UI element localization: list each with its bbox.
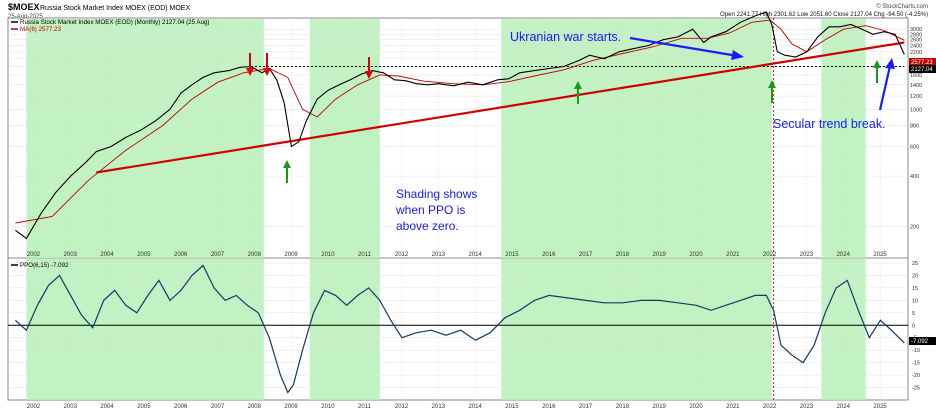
ppo-tick-5: 5 bbox=[912, 311, 915, 317]
year-label-price-2005: 2005 bbox=[137, 252, 151, 258]
price-tick-1600: 1600 bbox=[910, 73, 922, 79]
legend-main: Russia Stock Market Index MOEX (EOD) (Mo… bbox=[20, 19, 209, 26]
year-label-price-2019: 2019 bbox=[653, 252, 667, 258]
year-label-ppo-2023: 2023 bbox=[800, 404, 814, 410]
year-label-ppo-2013: 2013 bbox=[432, 404, 446, 410]
shading-note-line-1: Shading shows bbox=[396, 187, 477, 201]
year-label-price-2011: 2011 bbox=[358, 252, 372, 258]
moex-chart: $MOEX Russia Stock Market Index MOEX (EO… bbox=[7, 2, 936, 410]
price-tick-1000: 1000 bbox=[910, 107, 922, 113]
year-label-ppo-2004: 2004 bbox=[100, 404, 114, 410]
price-tick-800: 800 bbox=[910, 124, 919, 130]
year-label-ppo-2016: 2016 bbox=[542, 404, 556, 410]
shading-note-line-2: when PPO is bbox=[395, 203, 465, 217]
year-label-price-2004: 2004 bbox=[100, 252, 114, 258]
price-tick-400: 400 bbox=[910, 174, 919, 180]
header-symbol: $MOEX bbox=[8, 2, 40, 12]
year-label-ppo-2012: 2012 bbox=[395, 404, 409, 410]
year-label-ppo-2024: 2024 bbox=[837, 404, 851, 410]
shade-ppo-1 bbox=[309, 259, 380, 400]
war-annotation: Ukranian war starts. bbox=[510, 30, 621, 44]
ppo-tick-0: 0 bbox=[912, 323, 915, 329]
header-watermark: © StockCharts.com bbox=[876, 3, 928, 10]
year-label-price-2016: 2016 bbox=[542, 252, 556, 258]
year-label-price-2024: 2024 bbox=[837, 252, 851, 258]
ppo-tick-10: 10 bbox=[912, 298, 918, 304]
price-tick-600: 600 bbox=[910, 145, 919, 151]
year-label-ppo-2018: 2018 bbox=[616, 404, 630, 410]
shade-price-0 bbox=[26, 19, 264, 258]
year-label-ppo-2015: 2015 bbox=[505, 404, 519, 410]
year-label-ppo-2014: 2014 bbox=[468, 404, 482, 410]
year-label-price-2012: 2012 bbox=[395, 252, 409, 258]
ppo-tick-20: 20 bbox=[912, 273, 918, 279]
year-label-price-2003: 2003 bbox=[64, 252, 78, 258]
shading-note-line-3: above zero. bbox=[396, 219, 459, 233]
year-label-ppo-2020: 2020 bbox=[689, 404, 703, 410]
ppo-legend: PPO(6,15) -7.092 bbox=[11, 262, 69, 269]
year-label-ppo-2008: 2008 bbox=[248, 404, 262, 410]
ppo-tick-25: 25 bbox=[912, 261, 918, 267]
year-label-ppo-2005: 2005 bbox=[137, 404, 151, 410]
price-value-label: 2127.04 bbox=[911, 67, 933, 73]
year-label-price-2014: 2014 bbox=[468, 252, 482, 258]
year-label-price-2006: 2006 bbox=[174, 252, 188, 258]
legend-ppo: PPO(6,15) -7.092 bbox=[20, 262, 69, 269]
header-symbol-desc: Russia Stock Market Index MOEX (EOD) MOE… bbox=[40, 5, 190, 12]
year-label-ppo-2010: 2010 bbox=[321, 404, 335, 410]
price-tick-2600: 2600 bbox=[910, 38, 922, 44]
ppo-tick-15: 15 bbox=[912, 286, 918, 292]
year-label-ppo-2021: 2021 bbox=[726, 404, 740, 410]
year-label-ppo-2011: 2011 bbox=[358, 404, 372, 410]
year-label-price-2023: 2023 bbox=[800, 252, 814, 258]
year-label-ppo-2003: 2003 bbox=[64, 404, 78, 410]
ppo-tick--10: -10 bbox=[912, 348, 920, 354]
price-tick-2200: 2200 bbox=[910, 50, 922, 56]
year-label-ppo-2025: 2025 bbox=[873, 404, 887, 410]
year-label-ppo-2009: 2009 bbox=[284, 404, 298, 410]
year-label-ppo-2006: 2006 bbox=[174, 404, 188, 410]
year-label-price-2018: 2018 bbox=[616, 252, 630, 258]
year-label-price-2009: 2009 bbox=[284, 252, 298, 258]
year-label-price-2025: 2025 bbox=[873, 252, 887, 258]
shade-price-1 bbox=[309, 19, 380, 258]
ppo-tick--20: -20 bbox=[912, 373, 920, 379]
year-label-price-2002: 2002 bbox=[27, 252, 41, 258]
year-label-ppo-2022: 2022 bbox=[763, 404, 777, 410]
ppo-value-label: -7.092 bbox=[911, 339, 929, 345]
year-label-price-2007: 2007 bbox=[211, 252, 225, 258]
chart-root: $MOEX Russia Stock Market Index MOEX (EO… bbox=[0, 0, 936, 410]
year-label-price-2015: 2015 bbox=[505, 252, 519, 258]
year-label-ppo-2002: 2002 bbox=[27, 404, 41, 410]
year-label-price-2010: 2010 bbox=[321, 252, 335, 258]
year-label-price-2013: 2013 bbox=[432, 252, 446, 258]
price-tick-3000: 3000 bbox=[910, 27, 922, 33]
trend-break-annotation: Secular trend break. bbox=[773, 117, 886, 131]
year-label-price-2021: 2021 bbox=[726, 252, 740, 258]
price-tick-1400: 1400 bbox=[910, 83, 922, 89]
year-label-price-2022: 2022 bbox=[763, 252, 777, 258]
year-label-price-2020: 2020 bbox=[689, 252, 703, 258]
price-tick-1200: 1200 bbox=[910, 94, 922, 100]
legend-ma: MA(6) 2577.23 bbox=[20, 26, 61, 33]
shade-ppo-2 bbox=[501, 259, 772, 400]
year-label-ppo-2019: 2019 bbox=[653, 404, 667, 410]
ppo-tick--15: -15 bbox=[912, 361, 920, 367]
year-label-ppo-2007: 2007 bbox=[211, 404, 225, 410]
price-tick-2400: 2400 bbox=[910, 43, 922, 49]
ppo-tick--25: -25 bbox=[912, 386, 920, 392]
year-label-price-2008: 2008 bbox=[248, 252, 262, 258]
year-label-price-2017: 2017 bbox=[579, 252, 593, 258]
price-tick-200: 200 bbox=[910, 225, 919, 231]
year-label-ppo-2017: 2017 bbox=[579, 404, 593, 410]
